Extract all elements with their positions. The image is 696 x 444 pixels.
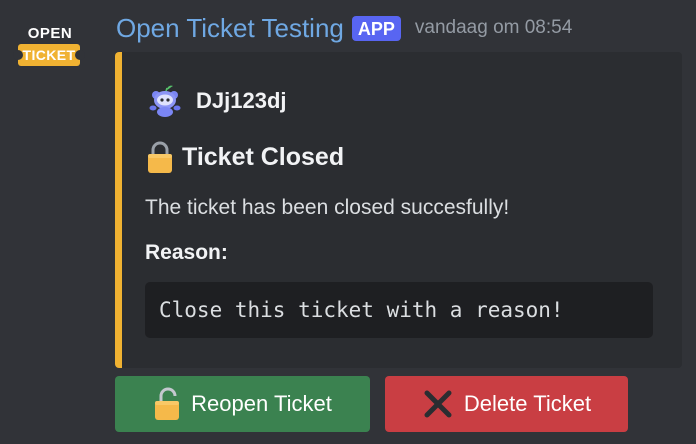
embed-title-text: Ticket Closed: [182, 142, 345, 171]
cross-icon: [422, 388, 454, 420]
app-badge: APP: [351, 15, 401, 41]
delete-ticket-button[interactable]: Delete Ticket: [385, 376, 628, 432]
embed-author-name: DJj123dj: [196, 88, 287, 113]
unlock-icon: [153, 387, 183, 421]
avatar-ticket-badge: TICKET: [13, 44, 85, 66]
embed-field-name: Reason:: [145, 241, 228, 264]
delete-ticket-label: Delete Ticket: [463, 391, 592, 416]
avatar-open-text: OPEN: [27, 25, 73, 42]
lock-icon: [146, 140, 174, 174]
embed-title: Ticket Closed: [146, 140, 344, 174]
message-timestamp[interactable]: vandaag om 08:54: [415, 17, 572, 39]
message-header: Open Ticket Testing APP vandaag om 08:54: [116, 12, 572, 44]
embed-card: DJj123dj Ticket Closed The ticket has be…: [115, 52, 682, 368]
bot-username[interactable]: Open Ticket Testing: [116, 13, 344, 44]
reopen-ticket-label: Reopen Ticket: [191, 391, 332, 416]
embed-description: The ticket has been closed succesfully!: [145, 196, 510, 219]
embed-author: DJj123dj: [147, 84, 287, 118]
chat-message: OPEN TICKET Open Ticket Testing APP vand…: [0, 0, 696, 444]
wumpus-icon: [147, 84, 183, 118]
bot-avatar[interactable]: OPEN TICKET: [13, 22, 85, 70]
reopen-ticket-button[interactable]: Reopen Ticket: [115, 376, 370, 432]
embed-field-codeblock: Close this ticket with a reason!: [145, 282, 653, 338]
embed-field-value: Close this ticket with a reason!: [159, 298, 564, 322]
avatar-ticket-text: TICKET: [22, 47, 76, 63]
